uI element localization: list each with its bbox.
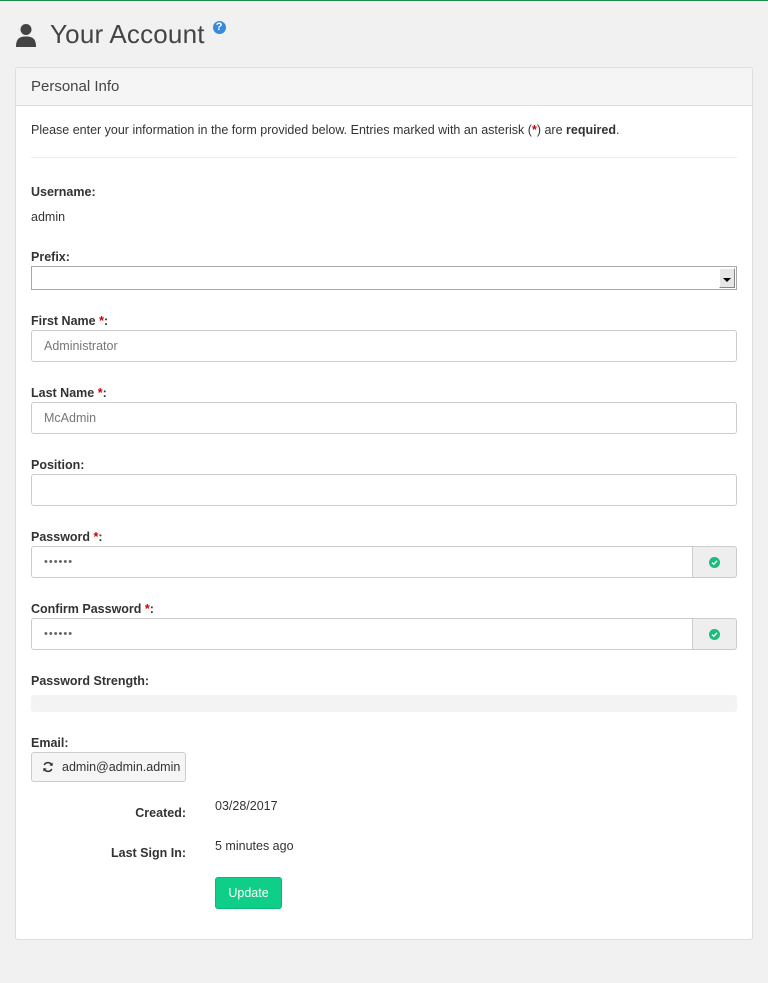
confirm-password-valid-addon	[693, 618, 737, 650]
help-icon[interactable]: ?	[212, 20, 226, 34]
check-circle-icon	[709, 628, 720, 640]
label-colon: :	[103, 314, 109, 328]
first-name-placeholder: Administrator	[44, 339, 118, 353]
panel-heading: Personal Info	[16, 68, 752, 106]
personal-info-panel: Personal Info Please enter your informat…	[15, 67, 753, 940]
divider	[31, 157, 737, 158]
page-header: Your Account ?	[15, 14, 226, 54]
last-sign-in-value: 5 minutes ago	[215, 839, 294, 853]
last-name-input[interactable]: McAdmin	[31, 402, 737, 434]
label-colon: :	[149, 602, 154, 616]
intro-after: .	[616, 123, 620, 137]
confirm-password-input[interactable]: ••••••	[31, 618, 693, 650]
position-input[interactable]	[31, 474, 737, 506]
password-label: Password *:	[31, 530, 103, 544]
created-label: Created:	[135, 806, 186, 820]
first-name-label-text: First Name	[31, 314, 96, 328]
email-label: Email:	[31, 736, 69, 750]
password-valid-addon	[693, 546, 737, 578]
chevron-down-icon[interactable]	[719, 268, 735, 288]
password-value: ••••••	[44, 556, 74, 568]
password-group: ••••••	[31, 546, 737, 578]
label-colon: :	[102, 386, 107, 400]
password-input[interactable]: ••••••	[31, 546, 693, 578]
prefix-select[interactable]	[31, 266, 737, 290]
password-strength-bar	[31, 695, 737, 712]
password-label-text: Password	[31, 530, 91, 544]
update-button[interactable]: Update	[215, 877, 282, 909]
check-circle-icon	[709, 556, 720, 568]
intro-text: Please enter your information in the for…	[31, 123, 620, 137]
password-strength-label: Password Strength:	[31, 674, 150, 688]
last-name-label-text: Last Name	[31, 386, 95, 400]
created-value: 03/28/2017	[215, 799, 278, 813]
email-value: admin@admin.admin	[62, 760, 181, 774]
first-name-input[interactable]: Administrator	[31, 330, 737, 362]
refresh-icon	[43, 761, 53, 773]
username-value: admin	[31, 210, 66, 224]
last-name-placeholder: McAdmin	[44, 411, 97, 425]
page-title: Your Account	[50, 18, 205, 49]
last-sign-in-label: Last Sign In:	[111, 846, 186, 860]
prefix-label: Prefix:	[31, 250, 70, 264]
panel-title: Personal Info	[31, 78, 120, 95]
first-name-label: First Name *:	[31, 314, 108, 328]
confirm-password-label: Confirm Password *:	[31, 602, 154, 616]
intro-required-word: required	[566, 123, 617, 137]
confirm-password-label-text: Confirm Password	[31, 602, 142, 616]
confirm-password-group: ••••••	[31, 618, 737, 650]
label-colon: :	[98, 530, 103, 544]
confirm-password-value: ••••••	[44, 628, 74, 640]
username-label: Username:	[31, 185, 96, 199]
position-label: Position:	[31, 458, 85, 472]
email-change-button[interactable]: admin@admin.admin	[31, 752, 186, 782]
last-name-label: Last Name *:	[31, 386, 107, 400]
intro-middle: ) are	[536, 123, 566, 137]
intro-before: Please enter your information in the for…	[31, 123, 532, 137]
user-icon	[16, 24, 36, 47]
